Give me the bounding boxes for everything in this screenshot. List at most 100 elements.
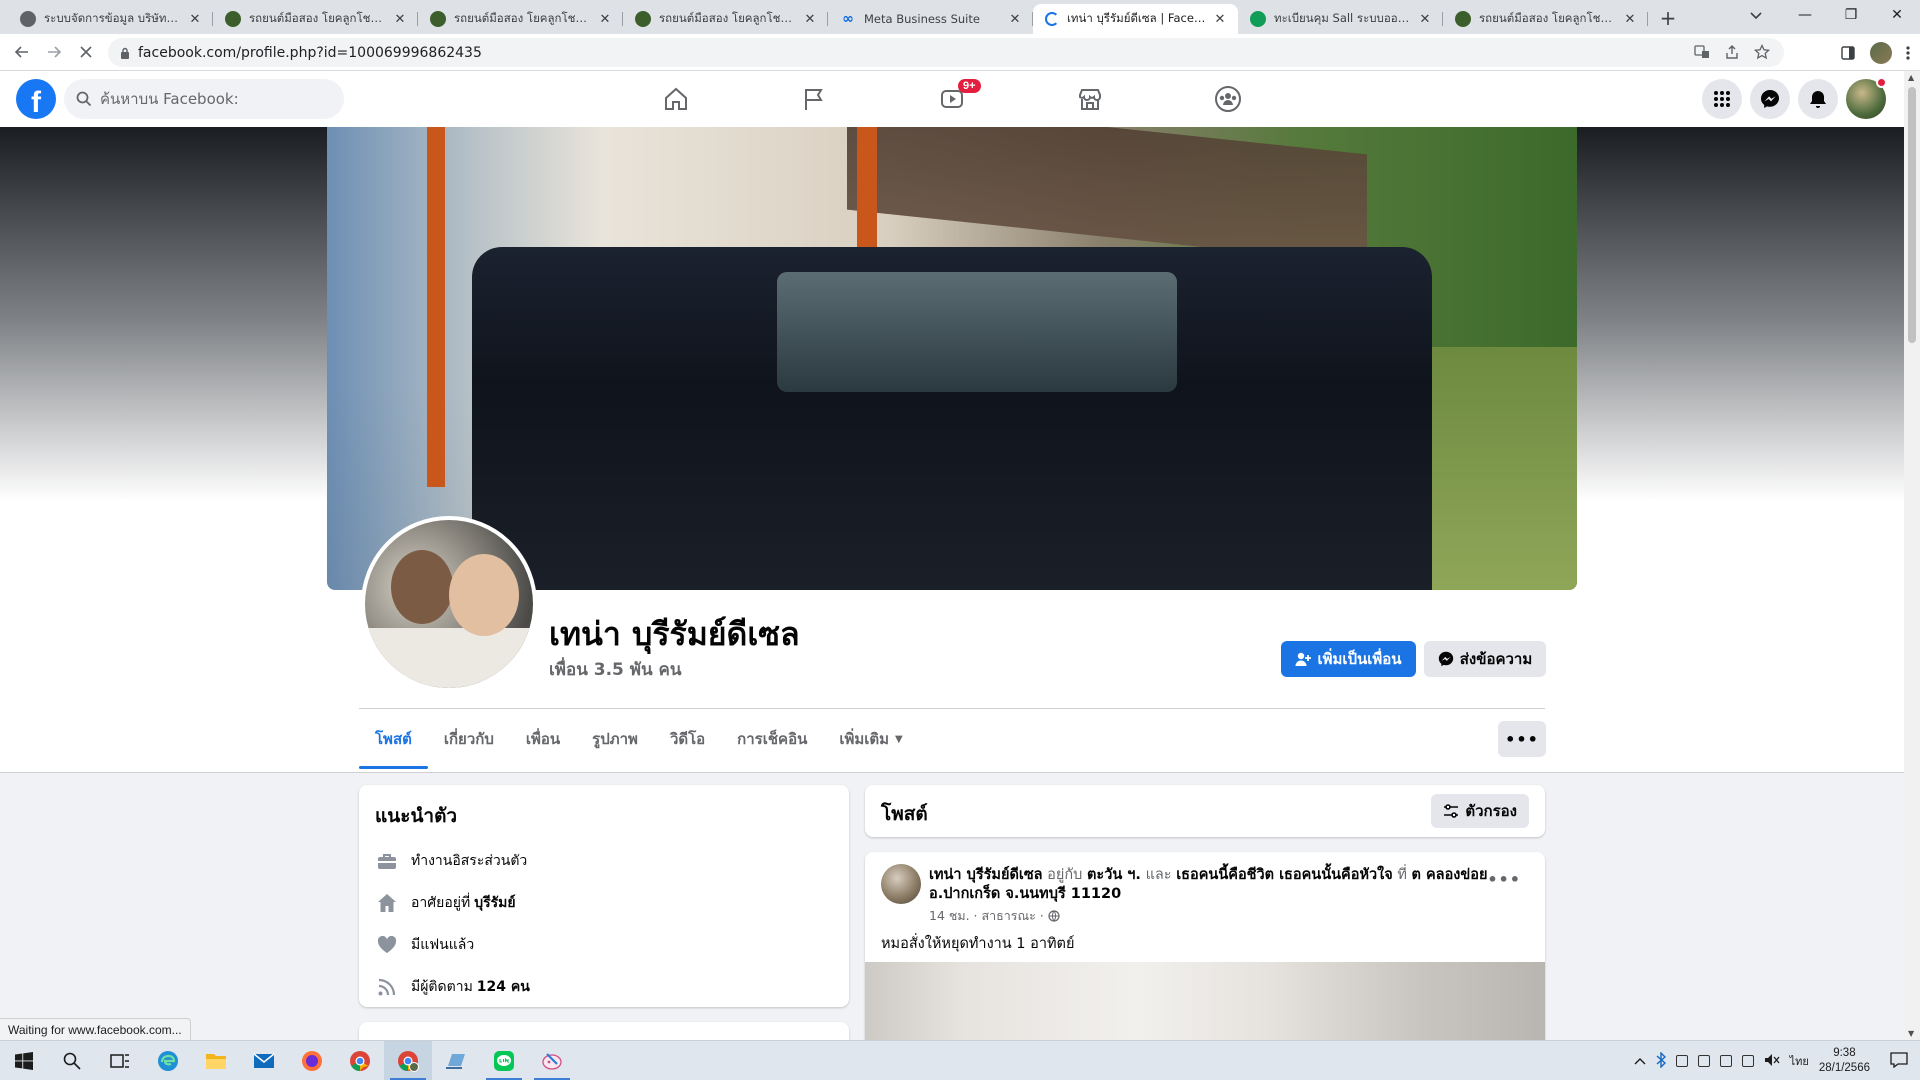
- taskbar-search-button[interactable]: [48, 1041, 96, 1080]
- cover-photo[interactable]: [327, 127, 1577, 590]
- security-shield-icon[interactable]: [1675, 1055, 1688, 1067]
- tray-app-icon[interactable]: [1697, 1055, 1710, 1067]
- browser-tab[interactable]: ระบบจัดการข้อมูล บริษัท โยคลูกโชค อุดร ✕: [8, 4, 213, 34]
- taskbar-paint[interactable]: [528, 1041, 576, 1080]
- friend-count[interactable]: เพื่อน 3.5 พัน คน: [549, 656, 682, 683]
- tray-monitor-icon[interactable]: [1719, 1055, 1732, 1067]
- nav-pages[interactable]: [758, 71, 870, 127]
- close-tab-icon[interactable]: ✕: [1212, 11, 1228, 27]
- browser-tab[interactable]: เทน่า บุรีรัมย์ดีเซล | Facebook ✕: [1033, 4, 1238, 34]
- post-tagged-person[interactable]: เธอคนนี้คือชีวิต เธอคนนั้นคือหัวใจ: [1176, 867, 1393, 883]
- kebab-menu-icon[interactable]: [1906, 45, 1910, 61]
- profile-tab[interactable]: วิดีโอ: [654, 709, 721, 769]
- scroll-up-arrow-icon[interactable]: ▲: [1908, 73, 1914, 82]
- close-tab-icon[interactable]: ✕: [392, 11, 408, 27]
- messenger-button[interactable]: [1750, 79, 1790, 119]
- browser-tab[interactable]: ทะเบียนคุม Sall ระบบออนไลน์ ✕: [1238, 4, 1443, 34]
- scroll-down-arrow-icon[interactable]: ▼: [1908, 1029, 1914, 1038]
- share-icon[interactable]: [1724, 44, 1740, 60]
- profile-picture[interactable]: [361, 516, 537, 692]
- taskbar-chrome[interactable]: [336, 1041, 384, 1080]
- home-icon: [375, 893, 399, 913]
- post-author-avatar[interactable]: [881, 864, 921, 904]
- page-scrollbar[interactable]: ▲ ▼: [1904, 71, 1920, 1040]
- nav-groups[interactable]: [1172, 71, 1284, 127]
- post-image[interactable]: [865, 962, 1545, 1040]
- close-tab-icon[interactable]: ✕: [597, 11, 613, 27]
- omnibox[interactable]: facebook.com/profile.php?id=100069996862…: [108, 38, 1784, 67]
- star-icon[interactable]: [1754, 44, 1770, 60]
- close-window-button[interactable]: ✕: [1874, 0, 1920, 30]
- taskbar-firefox[interactable]: [288, 1041, 336, 1080]
- arrow-left-icon: [14, 46, 28, 58]
- nav-marketplace[interactable]: [1034, 71, 1146, 127]
- facebook-logo[interactable]: f: [16, 79, 56, 119]
- browser-toolbar: facebook.com/profile.php?id=100069996862…: [0, 34, 1920, 71]
- profile-more-options-button[interactable]: •••: [1498, 721, 1546, 757]
- intro-lives-place[interactable]: บุรีรัมย์: [474, 892, 515, 914]
- send-message-button[interactable]: ส่งข้อความ: [1424, 641, 1546, 677]
- minimize-button[interactable]: —: [1782, 0, 1828, 30]
- facebook-search[interactable]: [64, 79, 344, 119]
- account-avatar[interactable]: [1846, 77, 1887, 119]
- profile-tab[interactable]: รูปภาพ: [576, 709, 654, 769]
- nav-home[interactable]: [620, 71, 732, 127]
- start-button[interactable]: [0, 1041, 48, 1080]
- task-view-button[interactable]: [96, 1041, 144, 1080]
- browser-tab[interactable]: รถยนต์มือสอง โยคลูกโชค อุดรธานี ✕: [623, 4, 828, 34]
- browser-tab[interactable]: รถยนต์มือสอง โยคลูกโชค อุดรธานี ✕: [213, 4, 418, 34]
- add-friend-button[interactable]: เพิ่มเป็นเพื่อน: [1281, 641, 1416, 677]
- post-author-name[interactable]: เทน่า บุรีรัมย์ดีเซล: [929, 867, 1043, 883]
- paint-icon: [542, 1052, 562, 1070]
- facebook-search-input[interactable]: [100, 90, 320, 108]
- back-button[interactable]: [8, 38, 36, 66]
- post-options-button[interactable]: •••: [1487, 870, 1521, 889]
- profile-tab[interactable]: เพิ่มเติม ▼: [823, 709, 918, 769]
- heart-icon: [375, 936, 399, 954]
- browser-tab[interactable]: รถยนต์มือสอง โยคลูกโชค อุดรธานี ✕: [1443, 4, 1648, 34]
- filter-button[interactable]: ตัวกรอง: [1431, 794, 1529, 828]
- grid-menu-icon: [1714, 91, 1730, 107]
- menu-button[interactable]: [1702, 79, 1742, 119]
- post-timestamp[interactable]: 14 ชม. · สาธารณะ ·: [929, 906, 1044, 926]
- volume-muted-icon[interactable]: [1764, 1053, 1780, 1070]
- new-tab-button[interactable]: +: [1654, 4, 1682, 32]
- taskbar-line[interactable]: [480, 1041, 528, 1080]
- browser-tab[interactable]: รถยนต์มือสอง โยคลูกโชค อุดรธานี ✕: [418, 4, 623, 34]
- close-tab-icon[interactable]: ✕: [1622, 11, 1638, 27]
- profile-tab[interactable]: การเช็คอิน: [721, 709, 823, 769]
- post-tagged-person[interactable]: ตะวัน ฯ.: [1087, 867, 1141, 883]
- translate-icon[interactable]: [1694, 44, 1710, 60]
- taskbar-clock[interactable]: 9:38 28/1/2566: [1819, 1046, 1870, 1076]
- taskbar-app[interactable]: [432, 1041, 480, 1080]
- taskbar-file-explorer[interactable]: [192, 1041, 240, 1080]
- nav-watch[interactable]: 9+: [896, 71, 1008, 127]
- scrollbar-thumb[interactable]: [1908, 87, 1916, 343]
- close-tab-icon[interactable]: ✕: [1417, 11, 1433, 27]
- input-language[interactable]: ไทย: [1790, 1052, 1809, 1070]
- notifications-button[interactable]: [1798, 79, 1838, 119]
- taskbar-edge[interactable]: [144, 1041, 192, 1080]
- profile-tab[interactable]: โพสต์: [359, 709, 428, 769]
- close-tab-icon[interactable]: ✕: [802, 11, 818, 27]
- bluetooth-icon[interactable]: [1656, 1050, 1666, 1071]
- close-tab-icon[interactable]: ✕: [187, 11, 203, 27]
- browser-profile-avatar[interactable]: [1870, 41, 1892, 64]
- notification-center-icon[interactable]: [1890, 1051, 1908, 1071]
- browser-tab[interactable]: ∞ Meta Business Suite ✕: [828, 4, 1033, 34]
- intro-followers-count[interactable]: 124 คน: [477, 976, 530, 998]
- toolbar-right: [1840, 38, 1910, 67]
- side-panel-icon[interactable]: [1840, 45, 1856, 61]
- profile-tab[interactable]: เพื่อน: [510, 709, 576, 769]
- taskbar-mail[interactable]: [240, 1041, 288, 1080]
- tray-chevron-up-icon[interactable]: [1634, 1055, 1646, 1068]
- profile-tab[interactable]: เกี่ยวกับ: [428, 709, 510, 769]
- restore-button[interactable]: ❐: [1828, 0, 1874, 30]
- forward-button[interactable]: [40, 38, 68, 66]
- tab-search-icon[interactable]: [1742, 4, 1770, 28]
- network-icon[interactable]: [1741, 1055, 1754, 1067]
- lock-icon[interactable]: [120, 47, 130, 59]
- taskbar-chrome-profile[interactable]: [384, 1040, 432, 1080]
- stop-loading-button[interactable]: [72, 38, 100, 66]
- close-tab-icon[interactable]: ✕: [1007, 11, 1023, 27]
